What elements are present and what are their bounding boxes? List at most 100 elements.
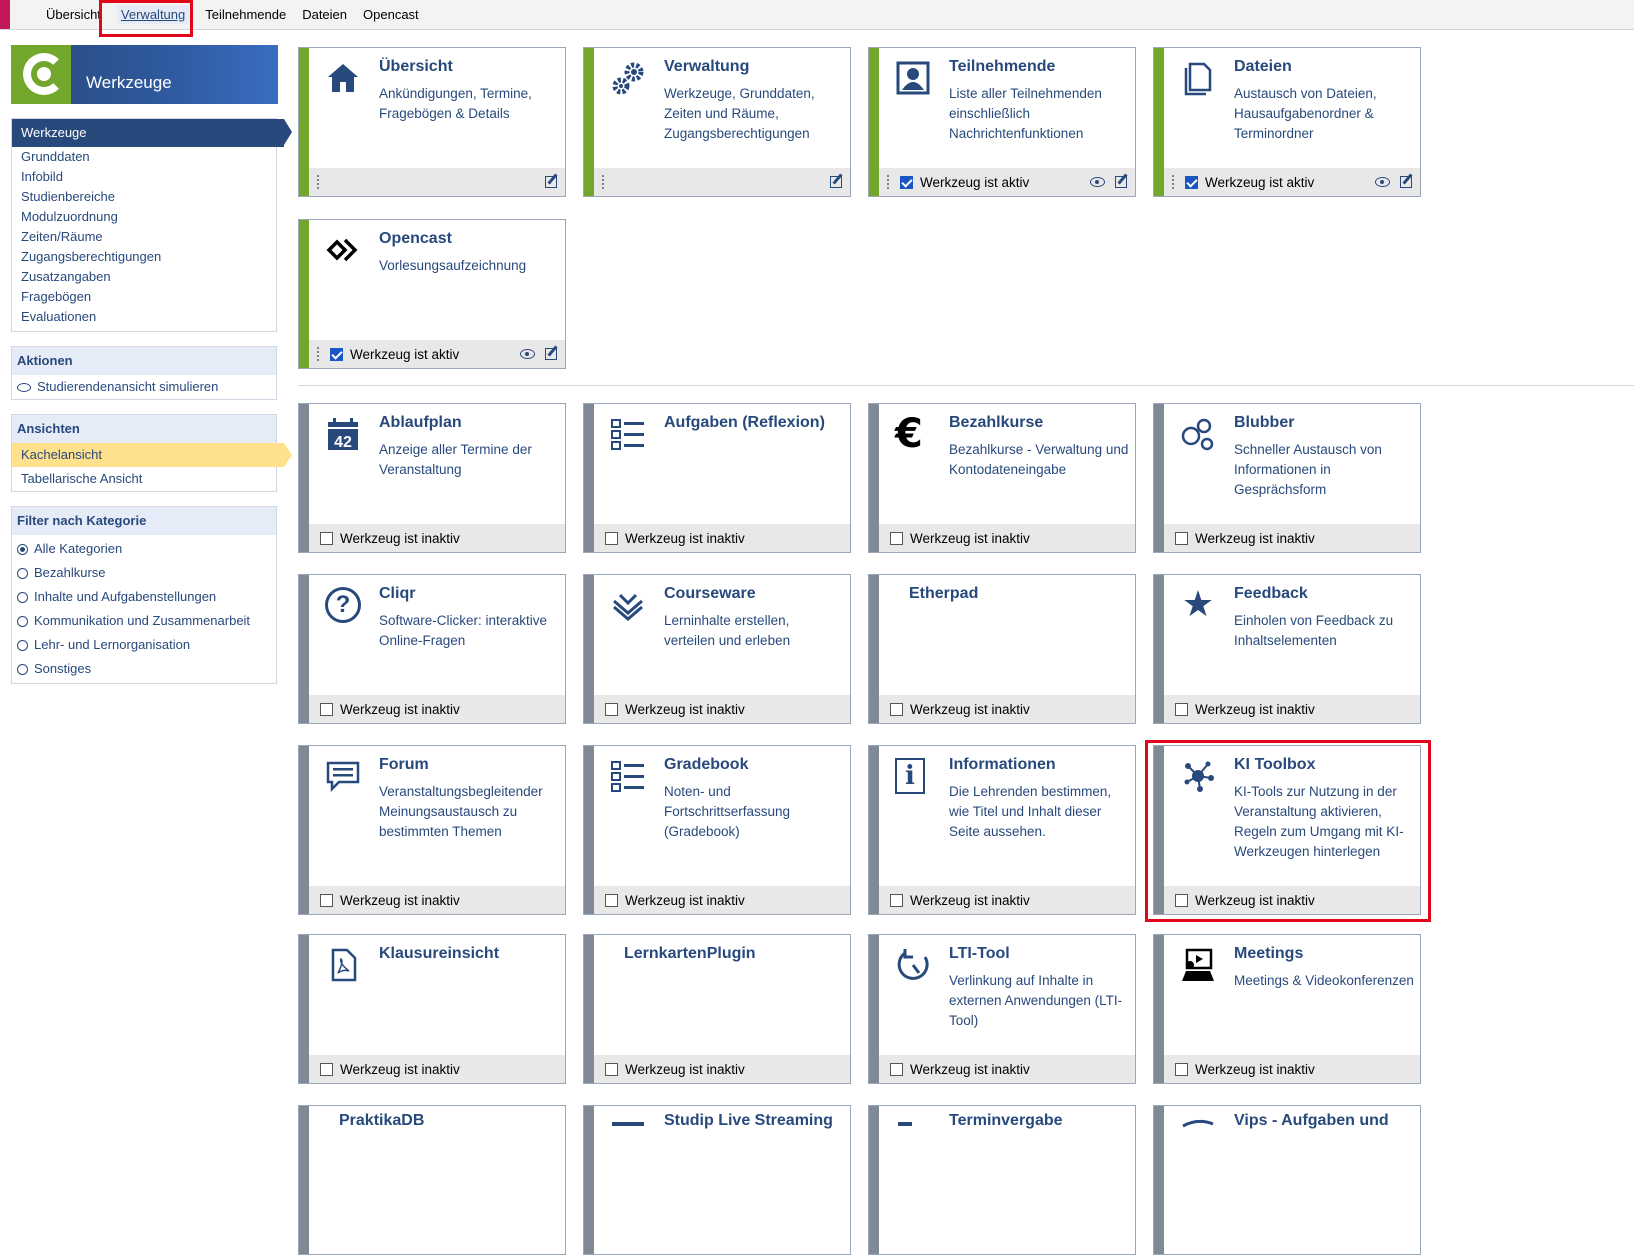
category-filter-section: Filter nach Kategorie Alle Kategorien Be…: [11, 506, 277, 684]
active-checkbox[interactable]: [900, 175, 913, 189]
view-table-option[interactable]: Tabellarische Ansicht: [12, 467, 276, 491]
visibility-icon[interactable]: [1090, 177, 1105, 187]
edit-icon[interactable]: [1115, 176, 1127, 188]
tool-tile-studip-live[interactable]: Studip Live Streaming: [583, 1105, 851, 1255]
drag-handle-icon[interactable]: [1171, 174, 1175, 190]
activate-checkbox[interactable]: [1175, 893, 1188, 907]
sidebar-item-evaluationen[interactable]: Evaluationen: [12, 307, 276, 327]
visibility-icon[interactable]: [520, 349, 535, 359]
activate-checkbox[interactable]: [605, 702, 618, 716]
activate-checkbox[interactable]: [320, 702, 333, 716]
activate-checkbox[interactable]: [1175, 531, 1188, 545]
tile-status-strip: [869, 935, 879, 1083]
person-icon: [896, 61, 930, 95]
tool-tile-lernkarten[interactable]: LernkartenPlugin Werkzeug ist inaktiv: [583, 934, 851, 1084]
tab-uebersicht[interactable]: Übersicht: [46, 5, 101, 24]
activate-checkbox[interactable]: [1175, 702, 1188, 716]
drag-handle-icon[interactable]: [601, 174, 605, 190]
radio-selected-icon: [17, 543, 28, 555]
tool-tile-blubber[interactable]: Blubber Schneller Austausch von Informat…: [1153, 403, 1421, 553]
tool-name: LTI-Tool: [949, 945, 1010, 962]
sidebar-item-zugangsberechtigungen[interactable]: Zugangsberechtigungen: [12, 247, 276, 267]
tool-tile-uebersicht[interactable]: Übersicht Ankündigungen, Termine, Frageb…: [298, 47, 566, 197]
edit-icon[interactable]: [545, 348, 557, 360]
tab-verwaltung[interactable]: Verwaltung: [116, 5, 190, 24]
sidebar-item-grunddaten[interactable]: Grunddaten: [12, 147, 276, 167]
tool-tile-lti[interactable]: LTI-Tool Verlinkung auf Inhalte in exter…: [868, 934, 1136, 1084]
filter-option-lehr[interactable]: Lehr- und Lernorganisation: [12, 635, 276, 655]
tool-tile-verwaltung[interactable]: Verwaltung Werkzeuge, Grunddaten, Zeiten…: [583, 47, 851, 197]
tile-status-strip: [584, 1106, 594, 1254]
filter-option-kommunikation[interactable]: Kommunikation und Zusammenarbeit: [12, 611, 276, 631]
sidebar-item-frageboegen[interactable]: Fragebögen: [12, 287, 276, 307]
tool-tile-terminvergabe[interactable]: Terminvergabe: [868, 1105, 1136, 1255]
filter-option-inhalte[interactable]: Inhalte und Aufgabenstellungen: [12, 587, 276, 607]
active-checkbox[interactable]: [330, 347, 343, 361]
sidebar-item-zusatzangaben[interactable]: Zusatzangaben: [12, 267, 276, 287]
tool-tile-forum[interactable]: Forum Veranstaltungsbegleitender Meinung…: [298, 745, 566, 915]
tool-tile-gradebook[interactable]: Gradebook Noten- und Fortschrittserfassu…: [583, 745, 851, 915]
tool-tile-etherpad[interactable]: Etherpad Werkzeug ist inaktiv: [868, 574, 1136, 724]
edit-icon[interactable]: [830, 176, 842, 188]
tile-status-strip: [869, 1106, 879, 1254]
simulate-student-view-link[interactable]: Studierendenansicht simulieren: [12, 375, 276, 399]
active-checkbox[interactable]: [1185, 175, 1198, 189]
sidebar-item-modulzuordnung[interactable]: Modulzuordnung: [12, 207, 276, 227]
tool-tile-klausureinsicht[interactable]: Klausureinsicht Werkzeug ist inaktiv: [298, 934, 566, 1084]
tool-tile-courseware[interactable]: Courseware Lerninhalte erstellen, vertei…: [583, 574, 851, 724]
tab-opencast[interactable]: Opencast: [363, 5, 419, 24]
tool-tile-meetings[interactable]: Meetings Meetings & Videokonferenzen Wer…: [1153, 934, 1421, 1084]
activate-checkbox[interactable]: [605, 1062, 618, 1076]
drag-handle-icon[interactable]: [316, 346, 320, 362]
tool-tile-opencast[interactable]: Opencast Vorlesungsaufzeichnung Werkzeug…: [298, 219, 566, 369]
activate-checkbox[interactable]: [320, 531, 333, 545]
sidebar-item-werkzeuge[interactable]: Werkzeuge: [12, 119, 292, 147]
edit-icon[interactable]: [545, 176, 557, 188]
tab-teilnehmende[interactable]: Teilnehmende: [205, 5, 286, 24]
activate-checkbox[interactable]: [1175, 1062, 1188, 1076]
tool-tile-praktikadb[interactable]: PraktikaDB: [298, 1105, 566, 1255]
tool-name: Forum: [379, 756, 429, 773]
tool-tile-teilnehmende[interactable]: Teilnehmende Liste aller Teilnehmenden e…: [868, 47, 1136, 197]
tool-status-label: Werkzeug ist aktiv: [350, 346, 460, 362]
sidebar-item-zeiten-raeume[interactable]: Zeiten/Räume: [12, 227, 276, 247]
view-tiles-option[interactable]: Kachelansicht: [12, 443, 292, 467]
drag-handle-icon[interactable]: [886, 174, 890, 190]
logo-dot: [37, 67, 51, 81]
views-heading: Ansichten: [12, 415, 276, 443]
tool-name: Übersicht: [379, 58, 453, 75]
tool-tile-aufgaben[interactable]: Aufgaben (Reflexion) Werkzeug ist inakti…: [583, 403, 851, 553]
tool-tile-feedback[interactable]: ★ Feedback Einholen von Feedback zu Inha…: [1153, 574, 1421, 724]
activate-checkbox[interactable]: [890, 531, 903, 545]
filter-option-bezahlkurse[interactable]: Bezahlkurse: [12, 563, 276, 583]
tool-tile-bezahlkurse[interactable]: € Bezahlkurse Bezahlkurse - Verwaltung u…: [868, 403, 1136, 553]
tool-tile-dateien[interactable]: Dateien Austausch von Dateien, Hausaufga…: [1153, 47, 1421, 197]
activate-checkbox[interactable]: [605, 893, 618, 907]
tool-name: Informationen: [949, 756, 1056, 773]
tool-tile-ki-toolbox[interactable]: KI Toolbox KI-Tools zur Nutzung in der V…: [1153, 745, 1421, 915]
tile-footer: Werkzeug ist inaktiv: [309, 886, 565, 914]
filter-option-alle[interactable]: Alle Kategorien: [12, 539, 276, 559]
tool-tile-informationen[interactable]: i Informationen Die Lehrenden bestimmen,…: [868, 745, 1136, 915]
tile-status-strip: [584, 575, 594, 723]
tool-status-label: Werkzeug ist inaktiv: [625, 892, 745, 908]
activate-checkbox[interactable]: [605, 531, 618, 545]
activate-checkbox[interactable]: [890, 1062, 903, 1076]
filter-option-sonstiges[interactable]: Sonstiges: [12, 659, 276, 679]
tool-tile-ablaufplan[interactable]: 42 Ablaufplan Anzeige aller Termine der …: [298, 403, 566, 553]
activate-checkbox[interactable]: [890, 893, 903, 907]
activate-checkbox[interactable]: [320, 893, 333, 907]
activate-checkbox[interactable]: [890, 702, 903, 716]
drag-handle-icon[interactable]: [316, 174, 320, 190]
tool-tile-cliqr[interactable]: ? Cliqr Software-Clicker: interaktive On…: [298, 574, 566, 724]
calendar-day-number: 42: [334, 434, 352, 451]
sidebar-item-studienbereiche[interactable]: Studienbereiche: [12, 187, 276, 207]
tool-tile-vips[interactable]: Vips - Aufgaben und: [1153, 1105, 1421, 1255]
visibility-icon[interactable]: [1375, 177, 1390, 187]
tab-dateien[interactable]: Dateien: [302, 5, 347, 24]
tile-footer: Werkzeug ist inaktiv: [1164, 886, 1420, 914]
tool-status-label: Werkzeug ist inaktiv: [625, 701, 745, 717]
edit-icon[interactable]: [1400, 176, 1412, 188]
sidebar-item-infobild[interactable]: Infobild: [12, 167, 276, 187]
activate-checkbox[interactable]: [320, 1062, 333, 1076]
